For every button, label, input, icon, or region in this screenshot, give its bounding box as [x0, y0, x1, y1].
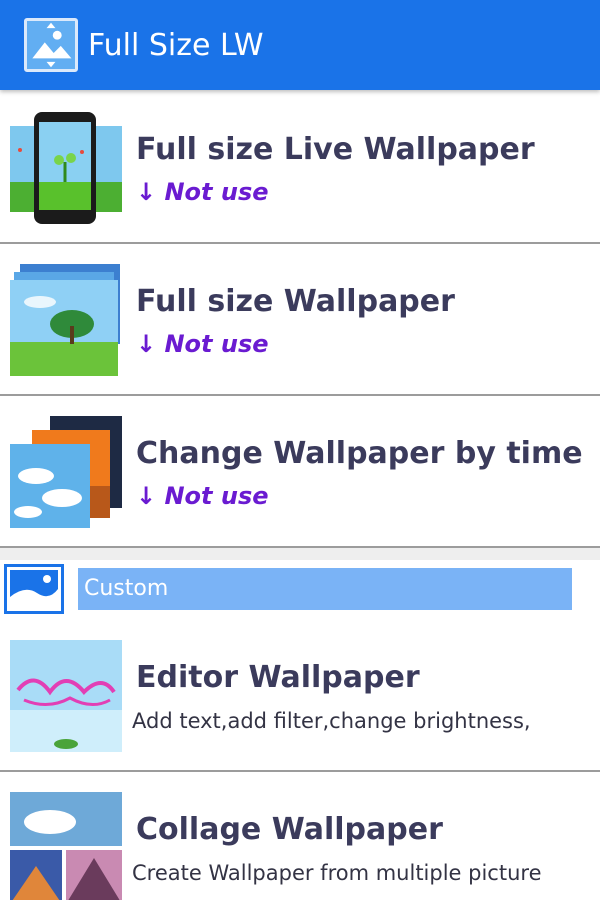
- section-header-custom: Custom: [0, 560, 600, 620]
- picture-icon: [4, 564, 64, 614]
- item-title: Full size Live Wallpaper: [136, 132, 535, 167]
- phone-wallpaper-icon: [10, 112, 122, 224]
- image-frame-icon: [24, 18, 78, 72]
- list-item-full-size-wallpaper[interactable]: Full size Wallpaper ↓ Not use: [0, 244, 600, 396]
- app-title: Full Size LW: [88, 28, 264, 63]
- item-title: Change Wallpaper by time: [136, 436, 583, 471]
- landscape-stack-icon: [10, 264, 122, 376]
- list-item-collage-wallpaper[interactable]: Collage Wallpaper Create Wallpaper from …: [0, 772, 600, 900]
- item-status: ↓ Not use: [136, 482, 269, 510]
- item-title: Collage Wallpaper: [136, 812, 443, 847]
- list-item-full-size-live-wallpaper[interactable]: Full size Live Wallpaper ↓ Not use: [0, 92, 600, 244]
- list-item-change-wallpaper-by-time[interactable]: Change Wallpaper by time ↓ Not use: [0, 396, 600, 548]
- item-title: Editor Wallpaper: [136, 660, 420, 695]
- app-bar: Full Size LW: [0, 0, 600, 90]
- item-status: ↓ Not use: [136, 178, 269, 206]
- item-description: Add text,add filter,change brightness,: [132, 709, 531, 733]
- blue-sky-text-icon: [10, 640, 122, 752]
- collage-icon: [10, 792, 122, 900]
- item-description: Create Wallpaper from multiple picture: [132, 861, 542, 885]
- section-label-bar: Custom: [78, 568, 572, 610]
- section-divider: [0, 548, 600, 560]
- item-title: Full size Wallpaper: [136, 284, 455, 319]
- list-item-editor-wallpaper[interactable]: Editor Wallpaper Add text,add filter,cha…: [0, 620, 600, 772]
- app-screen: Full Size LW Full size Live Wallpaper ↓ …: [0, 0, 600, 900]
- item-status: ↓ Not use: [136, 330, 269, 358]
- sky-sunset-stack-icon: [10, 416, 122, 528]
- section-label: Custom: [84, 576, 169, 601]
